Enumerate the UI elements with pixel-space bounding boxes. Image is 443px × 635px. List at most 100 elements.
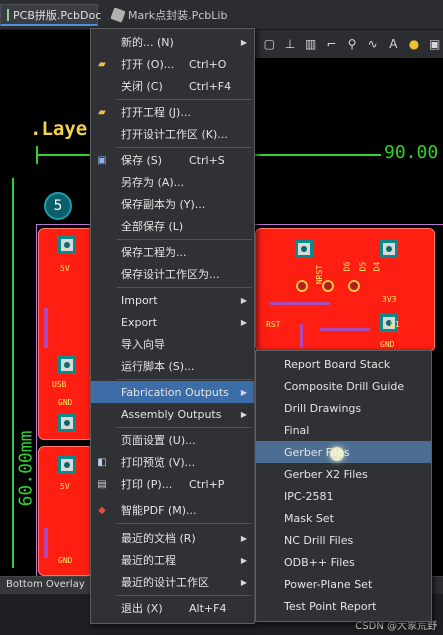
pcb-silkscreen-label: 3V3 — [382, 295, 397, 304]
menu-item-save[interactable]: ▣ 保存 (S) Ctrl+S — [91, 149, 254, 171]
print-preview-icon: ◧ — [97, 456, 107, 468]
menu-separator — [117, 379, 252, 380]
menu-separator — [117, 287, 252, 288]
submenu-item-power-plane-set[interactable]: Power-Plane Set — [256, 573, 431, 595]
save-icon: ▣ — [97, 154, 107, 166]
pcb-lib-icon — [110, 7, 126, 23]
menu-item-label: 保存 (S) — [121, 154, 163, 167]
via-icon[interactable]: ● — [406, 35, 423, 53]
layer-tab-bottom-overlay[interactable]: Bottom Overlay — [0, 577, 92, 595]
menu-item-print[interactable]: ▤ 打印 (P)... Ctrl+P — [91, 473, 254, 495]
text-icon[interactable]: A — [385, 35, 402, 53]
menu-item-exit[interactable]: 退出 (X) Alt+F4 — [91, 597, 254, 619]
tab-pcb-lib[interactable]: Mark点封装.PcbLib — [106, 4, 233, 26]
submenu-item-label: Mask Set — [284, 511, 334, 525]
menu-item-label: Import — [121, 293, 158, 307]
arc-icon[interactable]: ∿ — [364, 35, 381, 53]
submenu-item-drill-drawings[interactable]: Drill Drawings — [256, 397, 431, 419]
chart-icon[interactable]: ▥ — [302, 35, 319, 53]
menu-item-label: 最近的文档 (R) — [121, 532, 196, 545]
menu-item-new[interactable]: 新的... (N) ▶ — [91, 31, 254, 53]
menu-item-label: Assembly Outputs — [121, 407, 222, 421]
pcb-silkscreen-label: RST — [266, 320, 281, 329]
pcb-silkscreen-label: GND — [58, 556, 73, 565]
select-rect-icon[interactable]: ▢ — [261, 35, 278, 53]
pdf-icon: ◆ — [98, 504, 106, 516]
menu-item-export[interactable]: Export ▶ — [91, 311, 254, 333]
tab-label: PCB拼版.PcbDoc — [13, 8, 102, 22]
submenu-item-nc-drill-files[interactable]: NC Drill Files — [256, 529, 431, 551]
menu-item-label: 保存设计工作区为... — [121, 268, 220, 281]
menu-item-open-workspace[interactable]: 打开设计工作区 (K)... — [91, 123, 254, 145]
menu-item-print-preview[interactable]: ◧ 打印预览 (V)... — [91, 451, 254, 473]
pcb-via — [348, 280, 360, 292]
menu-item-save-as[interactable]: 另存为 (A)... — [91, 171, 254, 193]
designator-circle: 5 — [44, 192, 72, 220]
route-icon[interactable]: ⌐ — [323, 35, 340, 53]
menu-item-recent-workspaces[interactable]: 最近的设计工作区 ▶ — [91, 571, 254, 593]
align-icon[interactable]: ⊥ — [282, 35, 299, 53]
menu-item-recent-projects[interactable]: 最近的工程 ▶ — [91, 549, 254, 571]
menu-separator — [117, 239, 252, 240]
submenu-item-composite-drill-guide[interactable]: Composite Drill Guide — [256, 375, 431, 397]
menu-item-save-all[interactable]: 全部保存 (L) — [91, 215, 254, 237]
menu-item-save-copy-as[interactable]: 保存副本为 (Y)... — [91, 193, 254, 215]
pcb-trace — [44, 528, 48, 558]
submenu-item-report-board-stack[interactable]: Report Board Stack — [256, 353, 431, 375]
tab-pcb-doc[interactable]: PCB拼版.PcbDoc — [0, 4, 102, 26]
menu-item-shortcut: Ctrl+S — [189, 153, 225, 167]
submenu-item-mask-set[interactable]: Mask Set — [256, 507, 431, 529]
pcb-trace — [270, 302, 330, 305]
dimension-vertical-value: 60.00mm — [15, 430, 37, 507]
menu-item-close[interactable]: 关闭 (C) Ctrl+F4 — [91, 75, 254, 97]
menu-item-label: 退出 (X) — [121, 602, 163, 615]
menu-item-page-setup[interactable]: 页面设置 (U)... — [91, 429, 254, 451]
submenu-arrow-icon: ▶ — [240, 555, 247, 565]
menu-separator — [117, 99, 252, 100]
net-icon[interactable]: ⚲ — [344, 35, 361, 53]
menu-item-import[interactable]: Import ▶ — [91, 289, 254, 311]
submenu-item-odb-files[interactable]: ODB++ Files — [256, 551, 431, 573]
menu-item-assembly-outputs[interactable]: Assembly Outputs ▶ — [91, 403, 254, 425]
menu-item-smart-pdf[interactable]: ◆ 智能PDF (M)... — [91, 499, 254, 521]
menu-item-label: Export — [121, 315, 158, 329]
submenu-arrow-icon: ▶ — [240, 533, 247, 543]
submenu-item-label: ODB++ Files — [284, 555, 355, 569]
menu-item-run-script[interactable]: 运行脚本 (S)... — [91, 355, 254, 377]
pcb-pad — [58, 236, 76, 254]
menu-item-label: 打开设计工作区 (K)... — [121, 128, 228, 141]
menu-item-open-project[interactable]: ▰ 打开工程 (J)... — [91, 101, 254, 123]
menu-item-recent-documents[interactable]: 最近的文档 (R) ▶ — [91, 527, 254, 549]
pcb-via — [296, 280, 308, 292]
menu-item-fabrication-outputs[interactable]: Fabrication Outputs ▶ — [91, 381, 254, 403]
submenu-item-label: Composite Drill Guide — [284, 379, 405, 393]
menu-item-save-project-as[interactable]: 保存工程为... — [91, 241, 254, 263]
pad-icon[interactable]: ▣ — [426, 35, 443, 53]
submenu-item-label: NC Drill Files — [284, 533, 354, 547]
submenu-item-test-point-report[interactable]: Test Point Report — [256, 595, 431, 617]
file-context-menu: 新的... (N) ▶ ▰ 打开 (O)... Ctrl+O 关闭 (C) Ct… — [90, 28, 255, 624]
dimension-horizontal-value: 90.00 — [384, 142, 439, 163]
submenu-arrow-icon: ▶ — [240, 577, 247, 587]
menu-separator — [117, 595, 252, 596]
submenu-item-ipc-2581[interactable]: IPC-2581 — [256, 485, 431, 507]
menu-item-save-workspace-as[interactable]: 保存设计工作区为... — [91, 263, 254, 285]
menu-item-label: 保存副本为 (Y)... — [121, 198, 206, 211]
submenu-item-gerber-x2-files[interactable]: Gerber X2 Files — [256, 463, 431, 485]
submenu-item-final[interactable]: Final — [256, 419, 431, 441]
dimension-line-vertical — [12, 178, 14, 568]
menu-item-label: 另存为 (A)... — [121, 176, 185, 189]
pcb-silkscreen-label: GND — [58, 398, 73, 407]
menu-item-label: 导入向导 — [121, 338, 165, 351]
menu-item-shortcut: Ctrl+O — [189, 57, 227, 71]
document-tab-bar: PCB拼版.PcbDoc Mark点封装.PcbLib — [0, 0, 443, 30]
menu-item-label: 最近的设计工作区 — [121, 576, 209, 589]
submenu-item-label: Final — [284, 423, 310, 437]
menu-item-import-wizard[interactable]: 导入向导 — [91, 333, 254, 355]
dimension-tick — [36, 146, 38, 164]
pcb-pad — [58, 456, 76, 474]
pcb-silkscreen-label: D1 — [390, 320, 400, 329]
menu-item-label: 打开工程 (J)... — [121, 106, 191, 119]
pcb-cell-right — [255, 228, 435, 352]
menu-item-open[interactable]: ▰ 打开 (O)... Ctrl+O — [91, 53, 254, 75]
